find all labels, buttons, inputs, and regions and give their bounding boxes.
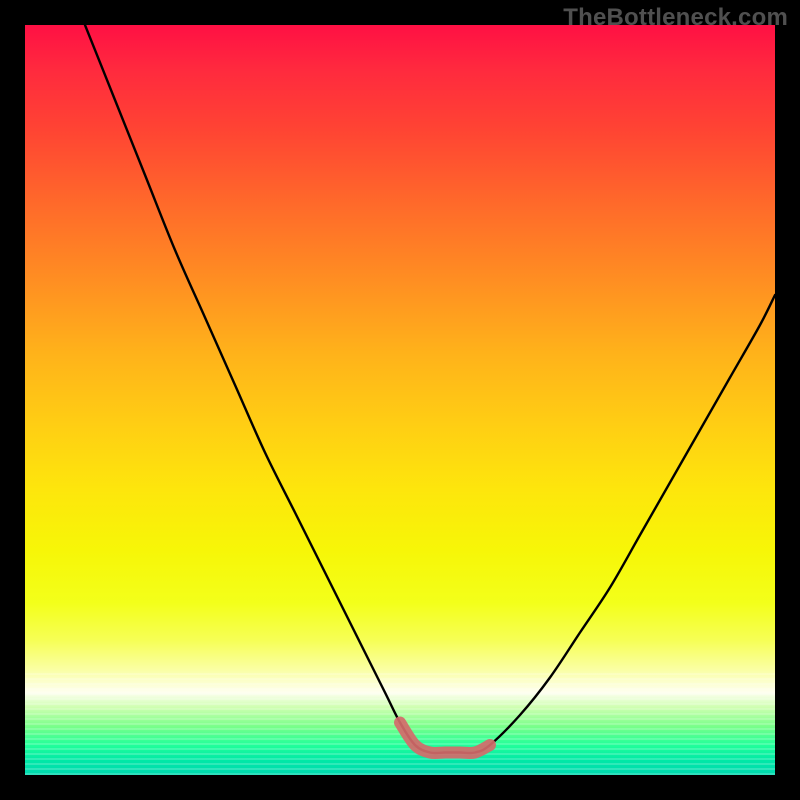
- bottleneck-curve-path: [85, 25, 775, 753]
- curve-layer: [25, 25, 775, 775]
- watermark-text: TheBottleneck.com: [563, 4, 788, 32]
- chart-frame: TheBottleneck.com: [0, 0, 800, 800]
- plot-area: [25, 25, 775, 775]
- optimal-band-path: [400, 723, 490, 754]
